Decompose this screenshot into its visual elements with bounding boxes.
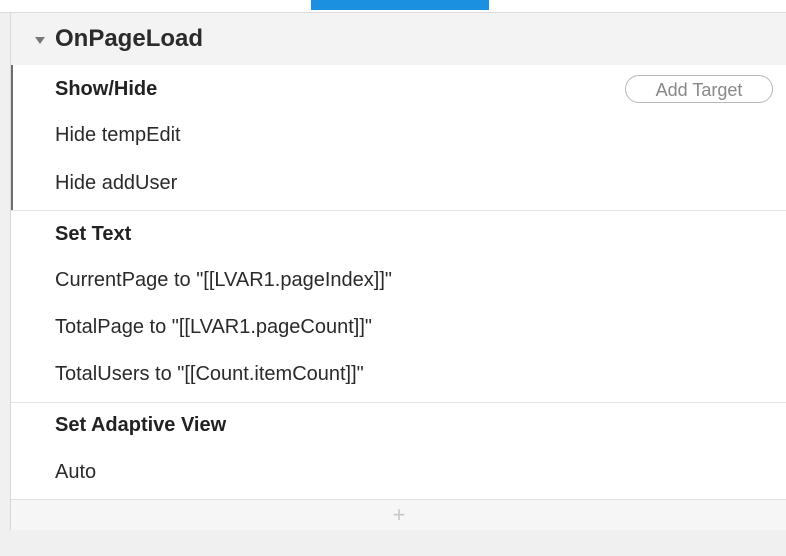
interactions-panel: OnPageLoad Show/Hide Hide tempEdit Hide … xyxy=(10,13,786,530)
action-item-hide-adduser[interactable]: Hide addUser xyxy=(55,172,177,195)
add-target-button[interactable]: Add Target xyxy=(625,75,773,103)
action-item-currentpage[interactable]: CurrentPage to "[[LVAR1.pageIndex]]" xyxy=(55,269,392,292)
action-item-hide-tempedit[interactable]: Hide tempEdit xyxy=(55,124,181,147)
action-item-auto[interactable]: Auto xyxy=(55,461,96,484)
add-action-button[interactable]: + xyxy=(11,499,786,530)
action-title-show-hide: Show/Hide xyxy=(55,78,158,100)
action-title-set-text: Set Text xyxy=(55,223,132,245)
plus-icon: + xyxy=(392,502,406,527)
active-tab-indicator xyxy=(311,0,489,10)
action-title-set-adaptive-view: Set Adaptive View xyxy=(55,414,227,436)
event-title: OnPageLoad xyxy=(55,25,204,52)
top-strip xyxy=(0,0,786,13)
event-header-onpageload[interactable]: OnPageLoad xyxy=(11,13,786,65)
action-item-totalpage[interactable]: TotalPage to "[[LVAR1.pageCount]]" xyxy=(55,316,372,339)
collapse-caret-icon[interactable] xyxy=(35,36,45,44)
action-group-set-adaptive-view[interactable]: Set Adaptive View Auto xyxy=(11,403,786,499)
action-item-totalusers[interactable]: TotalUsers to "[[Count.itemCount]]" xyxy=(55,363,364,386)
action-group-set-text[interactable]: Set Text CurrentPage to "[[LVAR1.pageInd… xyxy=(11,210,786,403)
